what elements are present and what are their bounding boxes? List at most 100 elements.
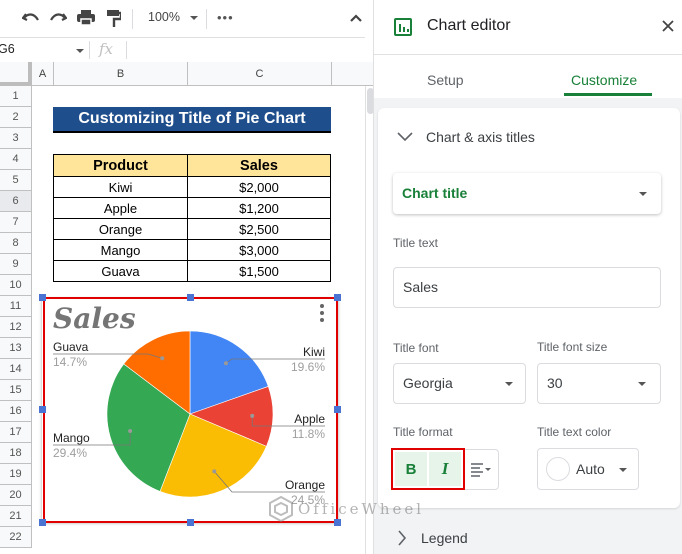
resize-handle[interactable] (39, 406, 46, 413)
tab-customize[interactable]: Customize (571, 72, 637, 88)
name-box-caret-icon[interactable] (76, 49, 84, 53)
pie-chart-svg: Kiwi19.6%Apple11.8%Orange24.5%Mango29.4%… (53, 330, 325, 507)
row-header[interactable]: 20 (0, 485, 32, 506)
section-label: Chart & axis titles (426, 129, 535, 145)
row-header[interactable]: 16 (0, 401, 32, 422)
leader-dot (160, 356, 165, 361)
row-header[interactable]: 4 (0, 149, 32, 170)
redo-icon[interactable] (47, 8, 69, 28)
leader-dot (250, 413, 255, 418)
resize-handle[interactable] (187, 294, 194, 301)
column-header-c[interactable]: C (188, 62, 332, 86)
leader-dot (128, 429, 133, 434)
cell-product[interactable]: Guava (53, 260, 188, 282)
resize-handle[interactable] (39, 519, 46, 526)
fx-icon: fx (99, 40, 114, 58)
column-header-b[interactable]: B (54, 62, 188, 86)
watermark-text: OfficeWheel (298, 500, 425, 518)
title-text-color-label: Title text color (537, 425, 612, 439)
cell-sales[interactable]: $3,000 (187, 239, 331, 261)
formula-bar: G6 fx (0, 37, 365, 62)
row-header[interactable]: 19 (0, 464, 32, 485)
row-header[interactable]: 21 (0, 506, 32, 527)
italic-button[interactable]: I (429, 452, 461, 486)
cell-sales[interactable]: $1,500 (187, 260, 331, 282)
table-row: Guava $1,500 (53, 260, 331, 282)
title-font-size-value: 30 (547, 375, 563, 391)
table-row: Kiwi $2,000 (53, 176, 331, 198)
row-header[interactable]: 5 (0, 170, 32, 191)
header-sales[interactable]: Sales (187, 154, 331, 177)
title-font-value: Georgia (403, 375, 453, 391)
tab-setup[interactable]: Setup (427, 72, 464, 88)
cell-product[interactable]: Kiwi (53, 176, 188, 198)
row-header[interactable]: 9 (0, 254, 32, 275)
chevron-up-icon[interactable] (349, 10, 363, 28)
row-header[interactable]: 14 (0, 359, 32, 380)
slice-label: Mango (53, 431, 90, 445)
title-text-input[interactable]: Sales (393, 267, 661, 308)
title-text-color-button[interactable]: Auto (537, 448, 639, 490)
cell-sales[interactable]: $2,500 (187, 218, 331, 240)
cell-sales[interactable]: $1,200 (187, 197, 331, 219)
chart-icon (394, 18, 412, 36)
text-align-button[interactable] (465, 449, 499, 490)
zoom-caret-icon[interactable] (190, 16, 198, 20)
title-format-group: B I (391, 448, 465, 490)
table-row: Apple $1,200 (53, 197, 331, 219)
name-box[interactable]: G6 (0, 42, 15, 56)
cell-product[interactable]: Mango (53, 239, 188, 261)
zoom-select[interactable]: 100% (148, 10, 180, 24)
resize-handle[interactable] (39, 294, 46, 301)
title-format-label: Title format (393, 425, 453, 439)
close-icon[interactable] (658, 16, 678, 36)
chart-editor-header: Chart editor (374, 0, 682, 55)
formula-divider (89, 41, 90, 59)
section-legend[interactable]: Legend (397, 530, 468, 546)
row-header[interactable]: 12 (0, 317, 32, 338)
row-header[interactable]: 11 (0, 296, 32, 317)
row-header[interactable]: 15 (0, 380, 32, 401)
more-horizontal-icon[interactable]: ••• (217, 10, 234, 25)
title-text-value: Sales (403, 279, 439, 295)
column-header-a[interactable]: A (32, 62, 54, 86)
toolbar: 100% ••• (0, 0, 373, 37)
slice-label: Apple (294, 412, 325, 426)
select-all-corner[interactable] (0, 62, 32, 86)
paint-format-icon[interactable] (103, 8, 125, 28)
title-text-label: Title text (393, 236, 438, 250)
row-header[interactable]: 18 (0, 443, 32, 464)
slice-percent-label: 14.7% (53, 355, 87, 369)
slice-label: Orange (285, 478, 325, 492)
row-header[interactable]: 7 (0, 212, 32, 233)
cell-sales[interactable]: $2,000 (187, 176, 331, 198)
header-product[interactable]: Product (53, 154, 188, 177)
resize-handle[interactable] (187, 519, 194, 526)
row-header[interactable]: 13 (0, 338, 32, 359)
section-chart-axis-titles[interactable]: Chart & axis titles (397, 129, 535, 145)
row-header[interactable]: 10 (0, 275, 32, 296)
sheet-title-banner[interactable]: Customizing Title of Pie Chart (53, 107, 331, 133)
cell-product[interactable]: Orange (53, 218, 188, 240)
cell-product[interactable]: Apple (53, 197, 188, 219)
resize-handle[interactable] (334, 294, 341, 301)
sales-table: Product Sales Kiwi $2,000 Apple $1,200 Ora… (53, 154, 331, 282)
row-header[interactable]: 6 (0, 191, 32, 212)
row-header[interactable]: 1 (0, 86, 32, 107)
title-type-dropdown[interactable]: Chart title (393, 173, 661, 214)
color-swatch (546, 457, 570, 481)
row-header[interactable]: 2 (0, 107, 32, 128)
title-font-select[interactable]: Georgia (393, 363, 526, 404)
row-header[interactable]: 8 (0, 233, 32, 254)
title-font-size-select[interactable]: 30 (537, 363, 661, 404)
undo-icon[interactable] (20, 8, 42, 28)
column-header-d[interactable] (332, 62, 362, 86)
table-row: Mango $3,000 (53, 239, 331, 261)
print-icon[interactable] (75, 8, 97, 28)
table-row: Orange $2,500 (53, 218, 331, 240)
row-header[interactable]: 17 (0, 422, 32, 443)
row-header[interactable]: 3 (0, 128, 32, 149)
bold-button[interactable]: B (395, 452, 427, 486)
resize-handle[interactable] (334, 406, 341, 413)
row-header[interactable]: 22 (0, 527, 32, 548)
